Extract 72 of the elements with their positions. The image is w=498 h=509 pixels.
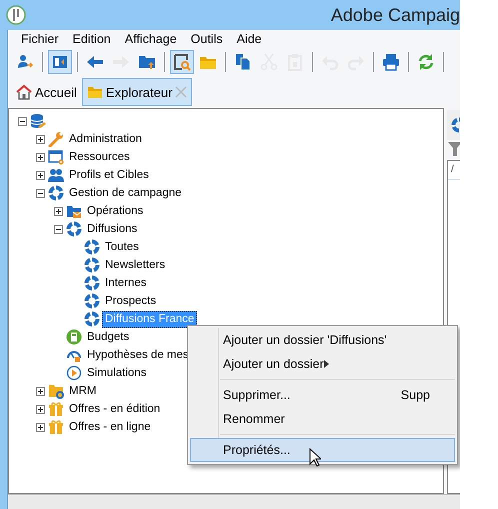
tree-item[interactable]: Profils et Cibles: [66, 166, 152, 184]
ring-icon: [84, 257, 100, 273]
expand-toggle[interactable]: [54, 206, 62, 216]
people-icon: [48, 167, 64, 183]
menu-item[interactable]: Ajouter un dossier: [190, 352, 455, 376]
expand-toggle[interactable]: [36, 386, 44, 396]
menu-item[interactable]: Supprimer... Supp: [190, 383, 455, 407]
expand-toggle[interactable]: [36, 422, 44, 432]
expand-toggle[interactable]: [36, 170, 44, 180]
tree-item[interactable]: Offres - en édition: [66, 400, 164, 418]
play-icon: [66, 365, 82, 381]
ring-icon: [84, 239, 100, 255]
ring-icon: [84, 293, 100, 309]
panel-button[interactable]: [48, 50, 72, 74]
tree-item[interactable]: Toutes: [102, 238, 142, 256]
menu-item[interactable]: Ajouter un dossier 'Diffusions': [190, 328, 455, 352]
tree-item[interactable]: Newsletters: [102, 256, 168, 274]
tree-item[interactable]: Diffusions: [84, 220, 140, 238]
find-icon: [173, 53, 191, 71]
column-header[interactable]: /: [448, 161, 460, 180]
expand-toggle[interactable]: [36, 134, 44, 144]
panel-icon: [51, 53, 69, 71]
mouse-cursor-icon: [309, 448, 321, 467]
home-icon: [16, 84, 32, 100]
refresh-icon: [417, 53, 435, 71]
tree-item[interactable]: Prospects: [102, 292, 160, 310]
ring-icon: [48, 185, 64, 201]
expand-toggle[interactable]: [54, 224, 62, 234]
tab[interactable]: Explorateur: [82, 78, 192, 106]
expand-toggle[interactable]: [36, 404, 44, 414]
folder-up-icon: [138, 53, 156, 71]
folder-ring-icon: [48, 383, 64, 399]
menu-item[interactable]: Fichier: [14, 32, 66, 46]
tree-item[interactable]: Gestion de campagne: [66, 184, 185, 202]
window-gear-icon: [48, 149, 64, 165]
menu-item[interactable]: Renommer: [190, 407, 455, 431]
find-button[interactable]: [170, 50, 194, 74]
printer-icon: [382, 53, 400, 71]
database-icon: [30, 113, 46, 129]
expand-toggle[interactable]: [36, 188, 44, 198]
expand-toggle[interactable]: [36, 152, 44, 162]
tree-item[interactable]: Offres - en ligne: [66, 418, 154, 436]
menu-item[interactable]: Propriétés...: [190, 438, 455, 462]
gift-icon: [48, 419, 64, 435]
folder-mail-icon: [66, 203, 82, 219]
user-add-icon: [16, 53, 34, 71]
tab[interactable]: Accueil: [11, 78, 82, 106]
tree-item[interactable]: Opérations: [84, 202, 146, 220]
copy-icon: [234, 53, 252, 71]
menu-item[interactable]: Aide: [230, 32, 269, 46]
menu-item[interactable]: Edition: [66, 32, 118, 46]
ring-icon: [84, 311, 100, 327]
ring-icon: [84, 275, 100, 291]
tree-item[interactable]: Budgets: [84, 328, 132, 346]
wrench-icon: [48, 131, 64, 147]
tree-item[interactable]: Administration: [66, 130, 145, 148]
back-arrow-icon: [86, 53, 104, 71]
window-title: Adobe Campaig: [330, 4, 460, 26]
ring-icon: [66, 221, 82, 237]
menu-item[interactable]: Affichage: [118, 32, 184, 46]
menu-item[interactable]: Outils: [184, 32, 230, 46]
tree-item[interactable]: Ressources: [66, 148, 133, 166]
folder-icon: [86, 84, 103, 100]
app-logo-icon: [6, 5, 26, 25]
shortcut-label: Supp: [400, 388, 430, 402]
filter-icon[interactable]: [448, 142, 460, 156]
tree-item[interactable]: MRM: [66, 382, 100, 400]
tree-item[interactable]: Internes: [102, 274, 150, 292]
expand-toggle[interactable]: [18, 116, 26, 126]
calculator-icon: [66, 329, 82, 345]
gift-icon: [48, 401, 64, 417]
tree-item[interactable]: Simulations: [84, 364, 150, 382]
